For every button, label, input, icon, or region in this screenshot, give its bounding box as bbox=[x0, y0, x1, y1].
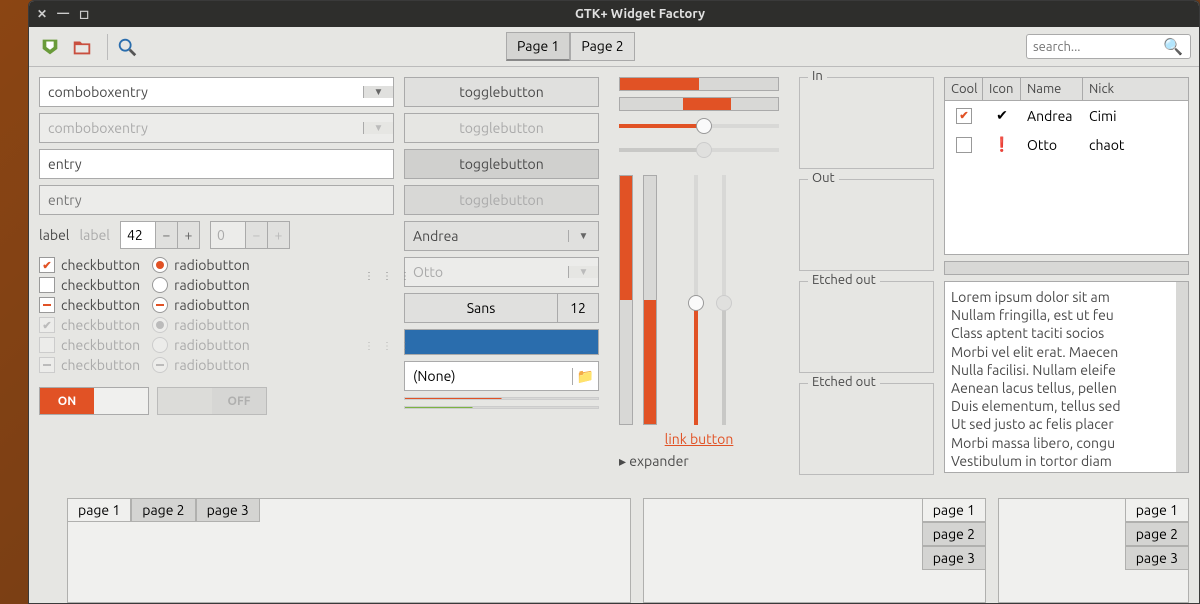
plus-icon[interactable]: + bbox=[177, 222, 199, 248]
table-row[interactable]: ❗ Otto chaot bbox=[945, 130, 1188, 159]
radio-disabled bbox=[152, 337, 168, 353]
nb-tab-2[interactable]: page 2 bbox=[922, 522, 986, 546]
checkbox-disabled bbox=[39, 317, 55, 333]
chevron-down-icon[interactable]: ▼ bbox=[568, 230, 598, 242]
column-nick[interactable]: Nick bbox=[1083, 78, 1188, 100]
file-chooser-button[interactable]: (None) 📁 bbox=[404, 361, 599, 391]
spinbutton[interactable]: 42 − + bbox=[120, 221, 200, 249]
checkbox[interactable] bbox=[39, 277, 55, 293]
column-cool[interactable]: Cool bbox=[945, 78, 983, 100]
titlebar: ✕ — ◻ GTK+ Widget Factory bbox=[29, 1, 1199, 27]
togglebutton[interactable]: togglebutton bbox=[404, 77, 599, 107]
tab-page-1[interactable]: Page 1 bbox=[506, 32, 570, 61]
color-button[interactable] bbox=[404, 329, 599, 355]
chevron-down-icon: ▼ bbox=[363, 122, 393, 134]
minus-icon: − bbox=[245, 222, 267, 248]
vertical-scale-disabled bbox=[715, 175, 733, 425]
notebook-right-tabs-2: page 1 page 2 page 3 bbox=[998, 498, 1189, 603]
frame-out: Out bbox=[799, 179, 934, 271]
scrollbar[interactable] bbox=[944, 261, 1189, 275]
treeview[interactable]: Cool Icon Name Nick ✔ Andrea Cimi ❗ Otto… bbox=[944, 77, 1189, 255]
notebook-top-tabs: page 1 page 2 page 3 bbox=[67, 498, 631, 603]
checkbox-disabled bbox=[39, 337, 55, 353]
togglebutton-pressed[interactable]: togglebutton bbox=[404, 149, 599, 179]
switch-off-disabled: OFF bbox=[157, 387, 267, 415]
scrollbar[interactable] bbox=[1176, 282, 1188, 472]
combo-andrea[interactable]: Andrea ▼ bbox=[404, 221, 599, 251]
progressbar-partial bbox=[619, 97, 779, 111]
vertical-scale[interactable] bbox=[687, 175, 705, 425]
entry-field-disabled bbox=[39, 185, 394, 215]
notebook-right-tabs: page 1 page 2 page 3 bbox=[643, 498, 986, 603]
tab-page-2[interactable]: Page 2 bbox=[570, 32, 634, 61]
progressbar-thin bbox=[404, 397, 599, 400]
radio[interactable] bbox=[152, 257, 168, 273]
expander[interactable]: ▸ expander bbox=[619, 453, 779, 470]
search-glass-icon: 🔍 bbox=[1163, 37, 1183, 56]
checkbox[interactable] bbox=[39, 257, 55, 273]
search-input[interactable]: 🔍 bbox=[1026, 34, 1191, 59]
nb-tab-1[interactable]: page 1 bbox=[1125, 498, 1189, 522]
spinbutton-disabled: 0 − + bbox=[210, 221, 290, 249]
chevron-down-icon[interactable]: ▼ bbox=[363, 86, 393, 98]
togglebutton-disabled: togglebutton bbox=[404, 113, 599, 143]
spinner bbox=[364, 265, 394, 295]
switch-on[interactable]: ON bbox=[39, 387, 149, 415]
radio-disabled bbox=[152, 357, 168, 373]
vertical-progress bbox=[619, 175, 633, 425]
label-disabled: label bbox=[79, 227, 109, 243]
comboboxentry[interactable]: comboboxentry ▼ bbox=[39, 77, 394, 107]
nb-tab-2[interactable]: page 2 bbox=[1125, 522, 1189, 546]
frame-in: In bbox=[799, 77, 934, 169]
minimize-icon[interactable]: — bbox=[57, 7, 69, 21]
comboboxentry-disabled: comboboxentry ▼ bbox=[39, 113, 394, 143]
open-icon[interactable] bbox=[69, 34, 95, 60]
column-icon[interactable]: Icon bbox=[983, 78, 1021, 100]
table-row[interactable]: ✔ Andrea Cimi bbox=[945, 101, 1188, 130]
plus-icon: + bbox=[267, 222, 289, 248]
progressbar-thin-green bbox=[404, 406, 599, 409]
link-button[interactable]: link button bbox=[619, 431, 779, 447]
radio[interactable] bbox=[152, 297, 168, 313]
nb-tab-1[interactable]: page 1 bbox=[922, 498, 986, 522]
radio[interactable] bbox=[152, 277, 168, 293]
radio-disabled bbox=[152, 317, 168, 333]
checkbox[interactable] bbox=[956, 108, 972, 124]
vertical-progress-2 bbox=[643, 175, 657, 425]
checkbox-disabled bbox=[39, 357, 55, 373]
check-circle-icon: ✔ bbox=[983, 105, 1021, 126]
search-field[interactable] bbox=[1033, 40, 1163, 54]
nb-tab-3[interactable]: page 3 bbox=[1125, 546, 1189, 570]
progressbar bbox=[619, 77, 779, 91]
search-icon[interactable] bbox=[114, 34, 140, 60]
window: ✕ — ◻ GTK+ Widget Factory Page 1 Page 2 … bbox=[28, 0, 1200, 604]
toolbar: Page 1 Page 2 🔍 bbox=[29, 27, 1199, 67]
save-icon[interactable] bbox=[37, 34, 63, 60]
nb-tab-3[interactable]: page 3 bbox=[922, 546, 986, 570]
folder-icon: 📁 bbox=[572, 368, 598, 385]
checkbox[interactable] bbox=[39, 297, 55, 313]
textview[interactable]: Lorem ipsum dolor sit am Nullam fringill… bbox=[944, 281, 1189, 473]
warning-icon: ❗ bbox=[983, 134, 1021, 155]
font-button[interactable]: Sans 12 bbox=[404, 293, 599, 323]
column-name[interactable]: Name bbox=[1021, 78, 1083, 100]
label: label bbox=[39, 227, 69, 243]
nb-tab-1[interactable]: page 1 bbox=[67, 498, 131, 522]
entry-field[interactable] bbox=[39, 149, 394, 179]
maximize-icon[interactable]: ◻ bbox=[79, 7, 89, 21]
checkbox[interactable] bbox=[956, 137, 972, 153]
horizontal-scale[interactable] bbox=[619, 117, 779, 135]
chevron-down-icon: ▼ bbox=[568, 266, 598, 278]
nb-tab-3[interactable]: page 3 bbox=[196, 498, 260, 522]
togglebutton-pressed-disabled: togglebutton bbox=[404, 185, 599, 215]
minus-icon[interactable]: − bbox=[155, 222, 177, 248]
nb-tab-2[interactable]: page 2 bbox=[131, 498, 195, 522]
combo-otto-disabled: Otto ▼ bbox=[404, 257, 599, 287]
frame-etched-out: Etched out bbox=[799, 281, 934, 373]
window-title: GTK+ Widget Factory bbox=[89, 7, 1191, 21]
spinner-disabled bbox=[364, 335, 394, 365]
close-icon[interactable]: ✕ bbox=[37, 7, 47, 21]
frame-etched-out-2: Etched out bbox=[799, 383, 934, 475]
horizontal-scale-disabled bbox=[619, 141, 779, 159]
